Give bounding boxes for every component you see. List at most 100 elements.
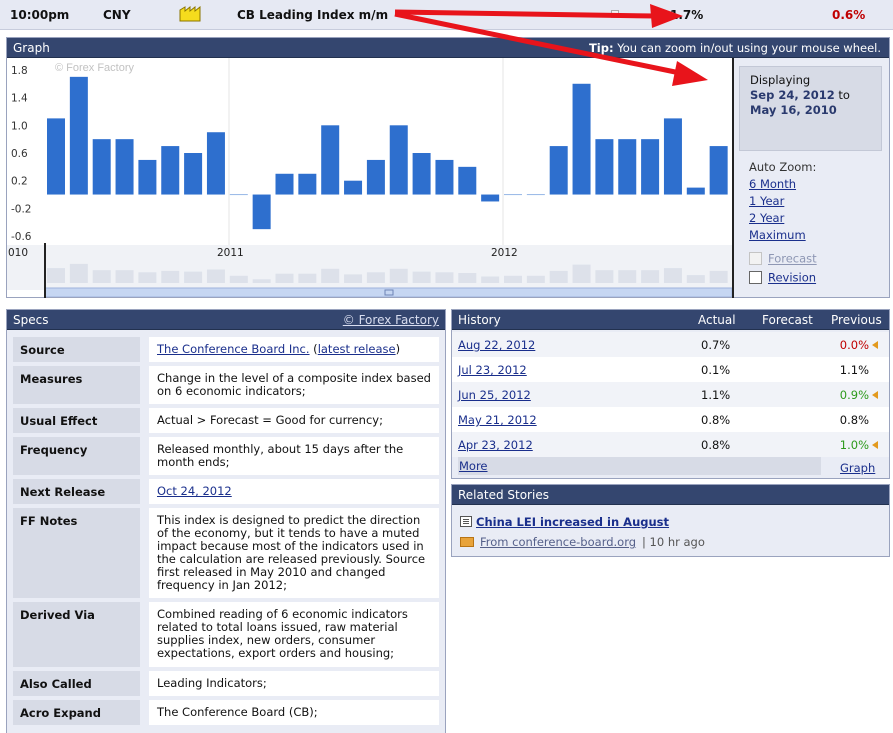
chart-bar [115,139,134,195]
history-actual: 0.7% [701,338,731,352]
related-header: Related Stories [452,485,889,505]
history-row[interactable]: May 21, 2012 0.8% 0.8% [452,407,889,432]
zoom-1-year[interactable]: 1 Year [749,194,784,208]
history-date-link[interactable]: Apr 23, 2012 [458,438,533,452]
more-bar[interactable]: More [458,457,821,475]
chart-bar [549,146,568,195]
y-tick-label: 0.6 [11,148,28,160]
chart-left-range-handle[interactable] [44,243,46,298]
chart-bar [344,180,363,195]
spec-row-acro-expand: Acro Expand The Conference Board (CB); [13,700,441,725]
graph-panel: Graph Tip: You can zoom in/out using you… [6,37,890,298]
history-date-link[interactable]: Jul 23, 2012 [458,363,527,377]
spec-row-also-called: Also Called Leading Indicators; [13,671,441,696]
chart-bar [595,139,614,195]
y-tick-label: 1.8 [11,65,28,77]
navigator-bar [366,272,385,283]
chart-bar [481,194,500,202]
navigator-bar [47,268,65,283]
story-title-link[interactable]: China LEI increased in August [476,515,669,529]
revision-toggle[interactable]: Revision [749,270,816,288]
navigator-bar [709,270,728,283]
navigator-strip [7,245,732,290]
chart-bar [412,153,431,195]
specs-panel: Specs © Forex Factory Source The Confere… [6,309,446,733]
event-previous: 0.6% [832,8,866,22]
history-previous: 0.0% [839,338,869,352]
more-link[interactable]: More [459,459,488,473]
navigator-bar [389,268,408,283]
spec-value: Oct 24, 2012 [149,479,439,504]
revision-checkbox[interactable] [749,271,762,284]
navigator-bar [504,275,522,283]
chart-bar [618,139,637,195]
zoom-2-year[interactable]: 2 Year [749,211,784,225]
source-link[interactable]: The Conference Board Inc. [157,342,310,356]
spec-key: Derived Via [13,602,140,667]
specs-header: Specs © Forex Factory [7,310,445,330]
spec-key: Next Release [13,479,140,504]
history-date-link[interactable]: Jun 25, 2012 [458,388,531,402]
y-tick-label: 1.0 [11,120,28,132]
history-row[interactable]: Aug 22, 2012 0.7% 0.0% [452,332,889,357]
zoom-maximum[interactable]: Maximum [749,228,806,242]
zoom-6-month[interactable]: 6 Month [749,177,796,191]
history-previous: 1.0% [839,438,869,452]
next-release-link[interactable]: Oct 24, 2012 [157,484,232,498]
history-date-link[interactable]: Aug 22, 2012 [458,338,535,352]
navigator-bar [138,272,157,283]
chart-bar [641,139,660,195]
event-actual: 1.7% [670,8,704,22]
revision-marker-icon [872,341,878,349]
navigator-bar [458,273,477,283]
navigator-bar [321,268,340,283]
history-row[interactable]: Apr 23, 2012 0.8% 1.0% [452,432,889,457]
zoom-tip: Tip: You can zoom in/out using your mous… [588,41,881,55]
bar-chart[interactable]: © Forex Factory 1.8 1.4 1.0 0.6 0.2 -0.2 -0.6 01… [7,58,732,297]
chart-bar [389,125,408,195]
event-select-checkbox[interactable] [611,10,619,18]
chart-watermark: © Forex Factory [55,62,135,74]
specs-copyright-link[interactable]: © Forex Factory [343,313,439,327]
history-date-link[interactable]: May 21, 2012 [458,413,537,427]
graph-link[interactable]: Graph [840,461,875,475]
navigator-bar [184,271,203,283]
chart-bar [252,194,271,230]
y-tick-label: -0.6 [11,231,32,243]
x-year-label: 2012 [491,247,518,259]
chart-right-range-handle[interactable] [732,58,734,298]
forecast-toggle[interactable]: Forecast [749,251,817,269]
navigator-bar [618,270,637,283]
range-to-word: to [834,88,850,102]
chart-bar [92,139,111,195]
spec-key: Usual Effect [13,408,140,433]
history-previous: 0.8% [839,413,869,427]
graph-header: Graph Tip: You can zoom in/out using you… [7,38,889,58]
event-title: CB Leading Index m/m [237,8,389,22]
chart-bar [275,173,294,195]
navigator-bar [595,270,614,283]
story-source-link[interactable]: From conference-board.org [480,535,636,549]
revision-label[interactable]: Revision [768,271,816,285]
event-row[interactable]: 10:00pm CNY CB Leading Index m/m 1.7% 0.… [0,0,893,30]
history-header-title: History [458,313,501,327]
navigator-bar [526,275,545,283]
history-row[interactable]: Jun 25, 2012 1.1% 0.9% [452,382,889,407]
col-previous: Previous [831,313,882,327]
history-actual: 1.1% [701,388,731,402]
navigator-bar [161,270,180,283]
history-actual: 0.8% [701,438,731,452]
revision-marker-icon [872,441,878,449]
chart-bar [321,125,340,195]
spec-row-usual-effect: Usual Effect Actual > Forecast = Good fo… [13,408,441,433]
navigator-bar [572,264,591,283]
latest-release-link[interactable]: latest release [318,342,396,356]
history-row[interactable]: Jul 23, 2012 0.1% 1.1% [452,357,889,382]
chart-area[interactable]: © Forex Factory 1.8 1.4 1.0 0.6 0.2 -0.2 -0.6 01… [7,58,732,297]
forecast-checkbox[interactable] [749,252,762,265]
forecast-label[interactable]: Forecast [768,252,817,266]
spec-key: Frequency [13,437,140,475]
chart-bar [229,194,248,196]
spec-row-frequency: Frequency Released monthly, about 15 day… [13,437,441,475]
displaying-label: Displaying [750,73,811,87]
